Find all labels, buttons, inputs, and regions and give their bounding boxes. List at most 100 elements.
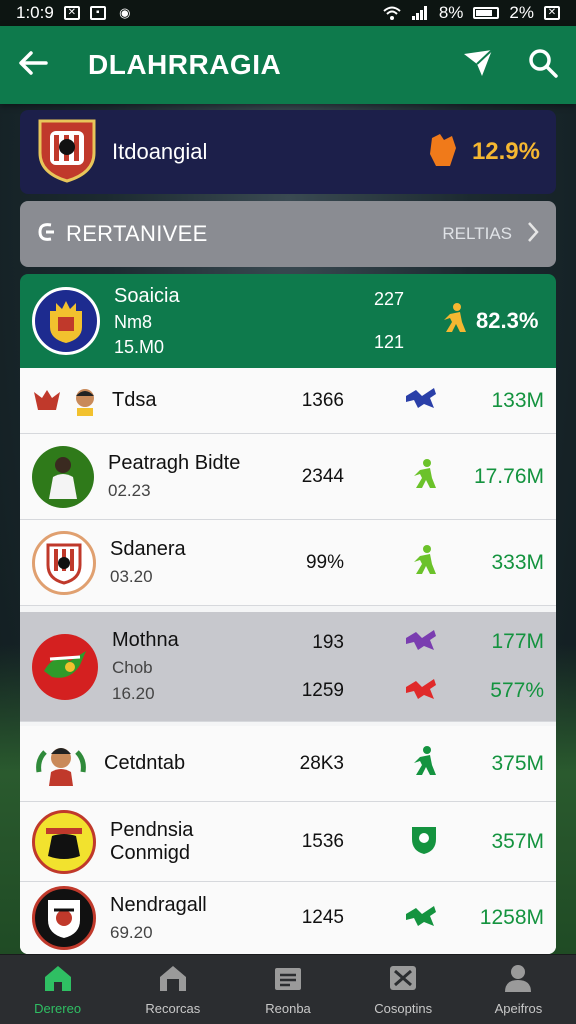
list-item[interactable]: Tdsa 1366 133M <box>20 368 556 434</box>
row-value: 17.76M <box>473 464 544 488</box>
player-avatar-icon <box>32 445 94 508</box>
image-icon: ▪ <box>89 6 106 20</box>
row-value: 357M <box>491 829 544 853</box>
list-item[interactable]: Pendnsia Conmigd 1536 357M <box>20 802 556 882</box>
row-team-name: Peatragh Bidte <box>108 452 241 474</box>
trend-down-icon <box>404 677 438 706</box>
close-box-icon: ✕ <box>544 6 560 20</box>
signal-icon <box>411 5 429 21</box>
trend-icon <box>404 904 438 933</box>
row-team-name: Tdsa <box>112 389 157 411</box>
row-stat: 1536 <box>301 830 344 852</box>
row-value: 1258M <box>479 906 544 929</box>
team-logo-icon <box>32 809 96 874</box>
team-logo-icon <box>32 886 96 950</box>
row-stat-2: 1259 <box>301 679 344 701</box>
row-stat: 99% <box>305 551 344 573</box>
team-list: Tdsa 1366 133M Peatragh Bidte 02.23 2344… <box>20 368 556 954</box>
chevron-right-icon[interactable] <box>526 220 540 249</box>
list-icon <box>273 964 303 997</box>
featured-team-row[interactable]: Soaicia Nm8 15.M0 227 121 82.3% <box>20 274 556 368</box>
nav-label: Cosoptins <box>374 1000 433 1016</box>
featured-num-2: 121 <box>373 332 404 352</box>
row-team-name: Cetdntab <box>104 752 186 774</box>
search-icon[interactable] <box>528 48 558 83</box>
section-link[interactable]: RELTIAS <box>442 224 512 244</box>
nav-item-profile[interactable]: Apeifros <box>461 955 576 1024</box>
row-stat: 193 <box>312 631 344 653</box>
list-item-highlighted[interactable]: Mothna Chob 16.20 193 1259 177M 577% <box>20 612 556 722</box>
nav-label: Apeifros <box>494 1000 543 1016</box>
row-team-name: Mothna <box>112 629 179 651</box>
row-team-name: Pendnsia Conmigd <box>110 818 194 864</box>
back-arrow-icon[interactable] <box>18 50 48 81</box>
row-sub: 02.23 <box>108 481 151 500</box>
hero-team-name: Itdoangial <box>112 139 208 164</box>
bottom-navigation: Derereo Recorcas Reonba Cosoptins Apeifr… <box>0 954 576 1024</box>
player-run-icon <box>412 544 438 581</box>
row-stat: 28K3 <box>299 752 344 774</box>
home-icon <box>43 964 73 997</box>
featured-sub-2: 15.M0 <box>114 336 165 357</box>
row-value-2: 577% <box>490 679 544 702</box>
list-item[interactable]: Sdanera 03.20 99% 333M <box>20 520 556 606</box>
row-sub: Chob <box>112 658 153 677</box>
row-value: 133M <box>491 388 544 412</box>
list-item[interactable]: Cetdntab 28K3 375M <box>20 726 556 802</box>
row-value: 177M <box>491 630 544 653</box>
status-time: 1:0:9 <box>16 3 54 22</box>
page-title: DLAHRRAGIA <box>88 49 282 80</box>
featured-name: Soaicia <box>114 284 180 307</box>
nav-item-records[interactable]: Recorcas <box>115 955 230 1024</box>
row-sub-2: 16.20 <box>112 684 155 703</box>
app-bar: DLAHRRAGIA <box>0 26 576 104</box>
fire-icon <box>426 132 458 173</box>
player-avatar-icon <box>32 742 90 786</box>
featured-sub-1: Nm8 <box>114 311 153 332</box>
sync-icon: ◉ <box>119 5 131 20</box>
hero-percent: 12.9% <box>471 138 540 165</box>
list-item[interactable]: Peatragh Bidte 02.23 2344 17.76M <box>20 434 556 520</box>
hero-card[interactable]: Itdoangial 12.9% <box>20 110 556 194</box>
section-title: RERTANIVEE <box>66 221 208 246</box>
user-icon <box>503 964 533 997</box>
player-run-icon <box>412 458 438 495</box>
nav-item-results[interactable]: Reonba <box>230 955 345 1024</box>
nav-item-options[interactable]: Cosoptins <box>346 955 461 1024</box>
notification-icon: ✕ <box>63 6 80 20</box>
battery-icon <box>473 7 500 19</box>
featured-num-1: 227 <box>373 289 404 309</box>
send-icon[interactable] <box>462 48 494 83</box>
list-item[interactable]: Nendragall 69.20 1245 1258M <box>20 882 556 954</box>
trend-icon <box>404 628 438 657</box>
status-bar: 1:0:9 ✕ ▪ ◉ 8% 2% ✕ <box>0 0 576 26</box>
nav-label: Recorcas <box>145 1000 201 1016</box>
nav-label: Derereo <box>34 1000 82 1016</box>
team-logo-icon <box>32 633 98 700</box>
row-stat: 2344 <box>301 465 344 487</box>
player-run-icon <box>412 745 438 782</box>
nav-item-home[interactable]: Derereo <box>0 955 115 1024</box>
team-logo-icon <box>32 530 96 595</box>
wifi-icon <box>383 5 401 21</box>
nav-label: Reonba <box>265 1000 311 1016</box>
team-logo-icon <box>32 287 100 355</box>
club-crest-icon <box>36 117 98 188</box>
player-run-icon <box>442 302 468 340</box>
row-value: 375M <box>491 751 544 775</box>
featured-percent: 82.3% <box>476 308 539 333</box>
section-header[interactable]: RERTANIVEE RELTIAS <box>20 201 556 267</box>
battery-percent-b: 2% <box>509 3 534 22</box>
row-team-name: Sdanera <box>110 538 186 560</box>
tools-icon <box>388 964 418 997</box>
row-stat: 1245 <box>301 907 344 928</box>
row-team-name: Nendragall <box>110 893 207 916</box>
row-stat: 1366 <box>301 389 344 411</box>
battery-percent-a: 8% <box>438 3 464 22</box>
row-sub: 69.20 <box>110 922 153 942</box>
team-logo-icon <box>32 386 98 416</box>
section-icon <box>36 221 56 248</box>
row-value: 333M <box>491 550 544 574</box>
house-outline-icon <box>158 964 188 997</box>
shield-icon <box>410 823 438 860</box>
